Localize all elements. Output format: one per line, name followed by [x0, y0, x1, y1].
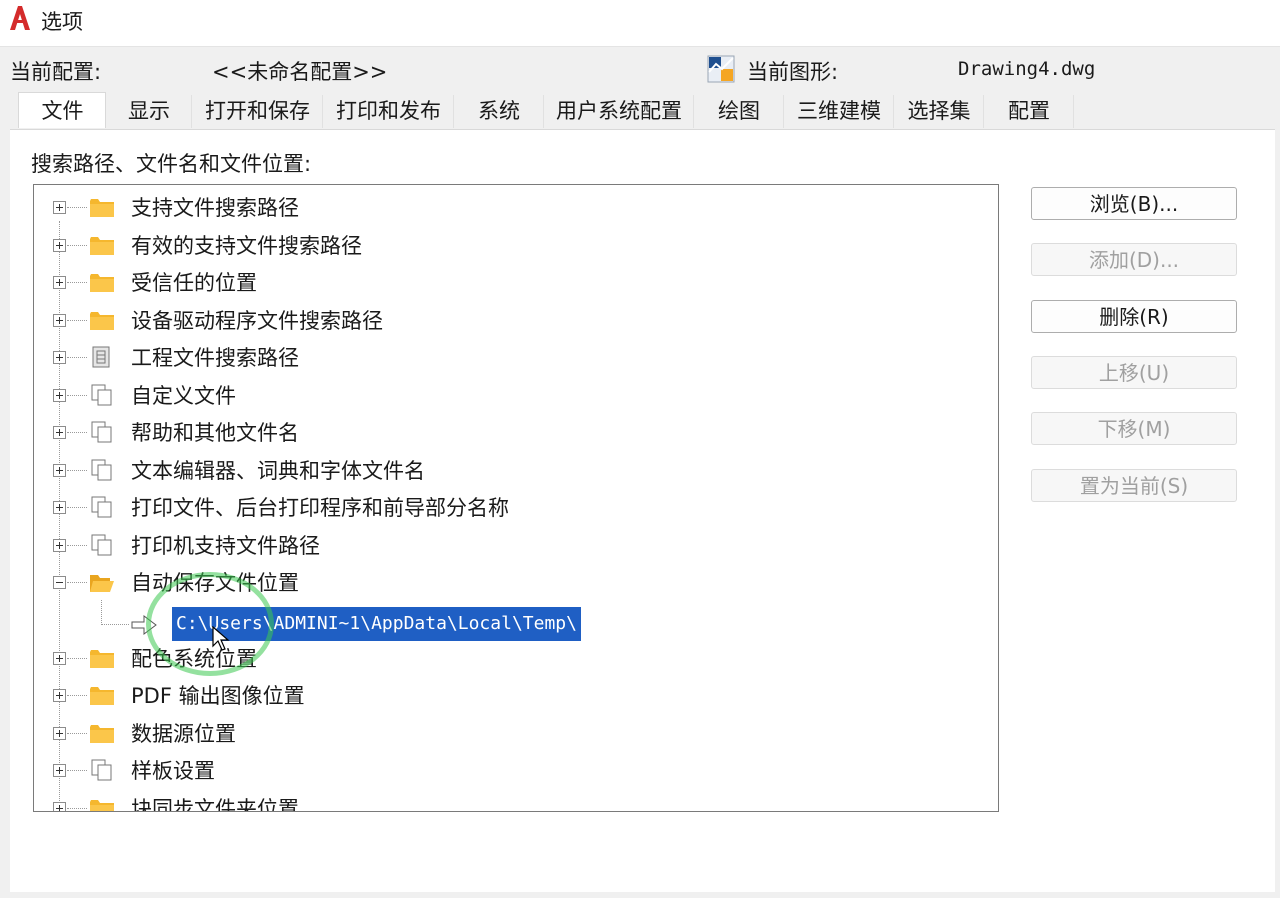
tab-files[interactable]: 文件 [18, 92, 106, 128]
tree-node-label: 工程文件搜索路径 [131, 346, 299, 370]
set-current-button[interactable]: 置为当前(S) [1031, 469, 1237, 502]
search-path-tree[interactable]: 支持文件搜索路径 有效的支持文件搜索路径 受信任的位置 设备驱动程序文件搜索路径… [33, 184, 999, 812]
browse-button[interactable]: 浏览(B)... [1031, 187, 1237, 220]
expand-plus-icon[interactable] [53, 314, 66, 327]
tree-node-label: 有效的支持文件搜索路径 [131, 234, 362, 258]
expand-plus-icon[interactable] [53, 652, 66, 665]
tree-node-device-driver-path[interactable]: 设备驱动程序文件搜索路径 [34, 301, 974, 339]
tree-node-label: 打印机支持文件路径 [131, 534, 320, 558]
folder-icon [90, 800, 114, 811]
title-bar: 选项 [0, 0, 1280, 47]
expand-plus-icon[interactable] [53, 539, 66, 552]
remove-button[interactable]: 删除(R) [1031, 300, 1237, 333]
files-icon [91, 384, 112, 406]
tab-plot-publish[interactable]: 打印和发布 [323, 95, 454, 128]
tree-node-template-settings[interactable]: 样板设置 [34, 751, 974, 789]
project-icon [92, 346, 110, 368]
move-down-button[interactable]: 下移(M) [1031, 412, 1237, 445]
mouse-cursor-icon [212, 626, 230, 651]
tree-node-label: PDF 输出图像位置 [131, 684, 305, 708]
section-label: 搜索路径、文件名和文件位置: [31, 152, 312, 176]
tree-node-label: 样板设置 [131, 759, 215, 783]
folder-icon [90, 274, 114, 292]
tree-node-label: 设备驱动程序文件搜索路径 [131, 309, 383, 333]
tree-node-project-path[interactable]: 工程文件搜索路径 [34, 338, 974, 376]
open-folder-icon [90, 575, 114, 592]
folder-icon [90, 312, 114, 330]
tree-node-data-sources[interactable]: 数据源位置 [34, 714, 974, 752]
collapse-minus-icon[interactable] [53, 576, 66, 589]
expand-plus-icon[interactable] [53, 501, 66, 514]
folder-icon [90, 199, 114, 217]
tree-node-working-support-path[interactable]: 有效的支持文件搜索路径 [34, 226, 974, 264]
files-icon [91, 496, 112, 518]
autocad-logo-icon [10, 6, 30, 30]
tab-profiles[interactable]: 配置 [984, 95, 1074, 128]
tab-selection[interactable]: 选择集 [894, 95, 984, 128]
tree-node-label: 支持文件搜索路径 [131, 196, 299, 220]
tree-node-label: 打印文件、后台打印程序和前导部分名称 [131, 496, 509, 520]
tree-node-customization-files[interactable]: 自定义文件 [34, 376, 974, 414]
current-drawing-label: 当前图形: [747, 60, 839, 84]
tree-node-help-files[interactable]: 帮助和其他文件名 [34, 413, 974, 451]
tab-display[interactable]: 显示 [106, 95, 192, 128]
tree-node-label: 受信任的位置 [131, 271, 257, 295]
tab-open-save[interactable]: 打开和保存 [192, 95, 323, 128]
folder-icon [90, 650, 114, 668]
tab-bar: 文件 显示 打开和保存 打印和发布 系统 用户系统配置 绘图 三维建模 选择集 … [10, 92, 1075, 129]
expand-plus-icon[interactable] [53, 276, 66, 289]
tree-node-support-path[interactable]: 支持文件搜索路径 [34, 188, 974, 226]
tree-node-text-editor-files[interactable]: 文本编辑器、词典和字体文件名 [34, 451, 974, 489]
tab-system[interactable]: 系统 [454, 95, 544, 128]
highlight-circle [146, 572, 274, 676]
tree-node-trusted-locations[interactable]: 受信任的位置 [34, 263, 974, 301]
tree-node-printer-support-path[interactable]: 打印机支持文件路径 [34, 526, 974, 564]
expand-plus-icon[interactable] [53, 802, 66, 811]
expand-plus-icon[interactable] [53, 689, 66, 702]
folder-icon [90, 725, 114, 743]
expand-plus-icon[interactable] [53, 727, 66, 740]
folder-icon [90, 237, 114, 255]
tree-node-label: 数据源位置 [131, 722, 236, 746]
add-button[interactable]: 添加(D)... [1031, 243, 1237, 276]
tab-drafting[interactable]: 绘图 [694, 95, 784, 128]
expand-plus-icon[interactable] [53, 201, 66, 214]
drawing-file-icon [707, 55, 735, 83]
tab-user-preferences[interactable]: 用户系统配置 [544, 95, 694, 128]
folder-icon [90, 687, 114, 705]
expand-plus-icon[interactable] [53, 764, 66, 777]
tree-node-label: 块同步文件夹位置 [131, 797, 299, 812]
expand-plus-icon[interactable] [53, 351, 66, 364]
current-profile-value: <<未命名配置>> [212, 60, 388, 84]
expand-plus-icon[interactable] [53, 239, 66, 252]
expand-plus-icon[interactable] [53, 389, 66, 402]
expand-plus-icon[interactable] [53, 464, 66, 477]
tree-node-label: 文本编辑器、词典和字体文件名 [131, 459, 425, 483]
current-drawing-value: Drawing4.dwg [958, 58, 1096, 80]
files-icon [91, 534, 112, 556]
window-title: 选项 [41, 10, 83, 34]
files-icon [91, 459, 112, 481]
move-up-button[interactable]: 上移(U) [1031, 356, 1237, 389]
expand-plus-icon[interactable] [53, 426, 66, 439]
tree-node-print-file-names[interactable]: 打印文件、后台打印程序和前导部分名称 [34, 488, 974, 526]
files-icon [91, 421, 112, 443]
tree-node-label: 自定义文件 [131, 384, 236, 408]
tree-node-pdf-image-location[interactable]: PDF 输出图像位置 [34, 676, 974, 714]
current-profile-label: 当前配置: [10, 60, 102, 84]
child-connector [101, 624, 129, 625]
tab-3d-modeling[interactable]: 三维建模 [784, 95, 894, 128]
tree-node-label: 帮助和其他文件名 [131, 421, 299, 445]
tree-node-sync-folder[interactable]: 块同步文件夹位置 [34, 789, 974, 812]
files-icon [91, 759, 112, 781]
